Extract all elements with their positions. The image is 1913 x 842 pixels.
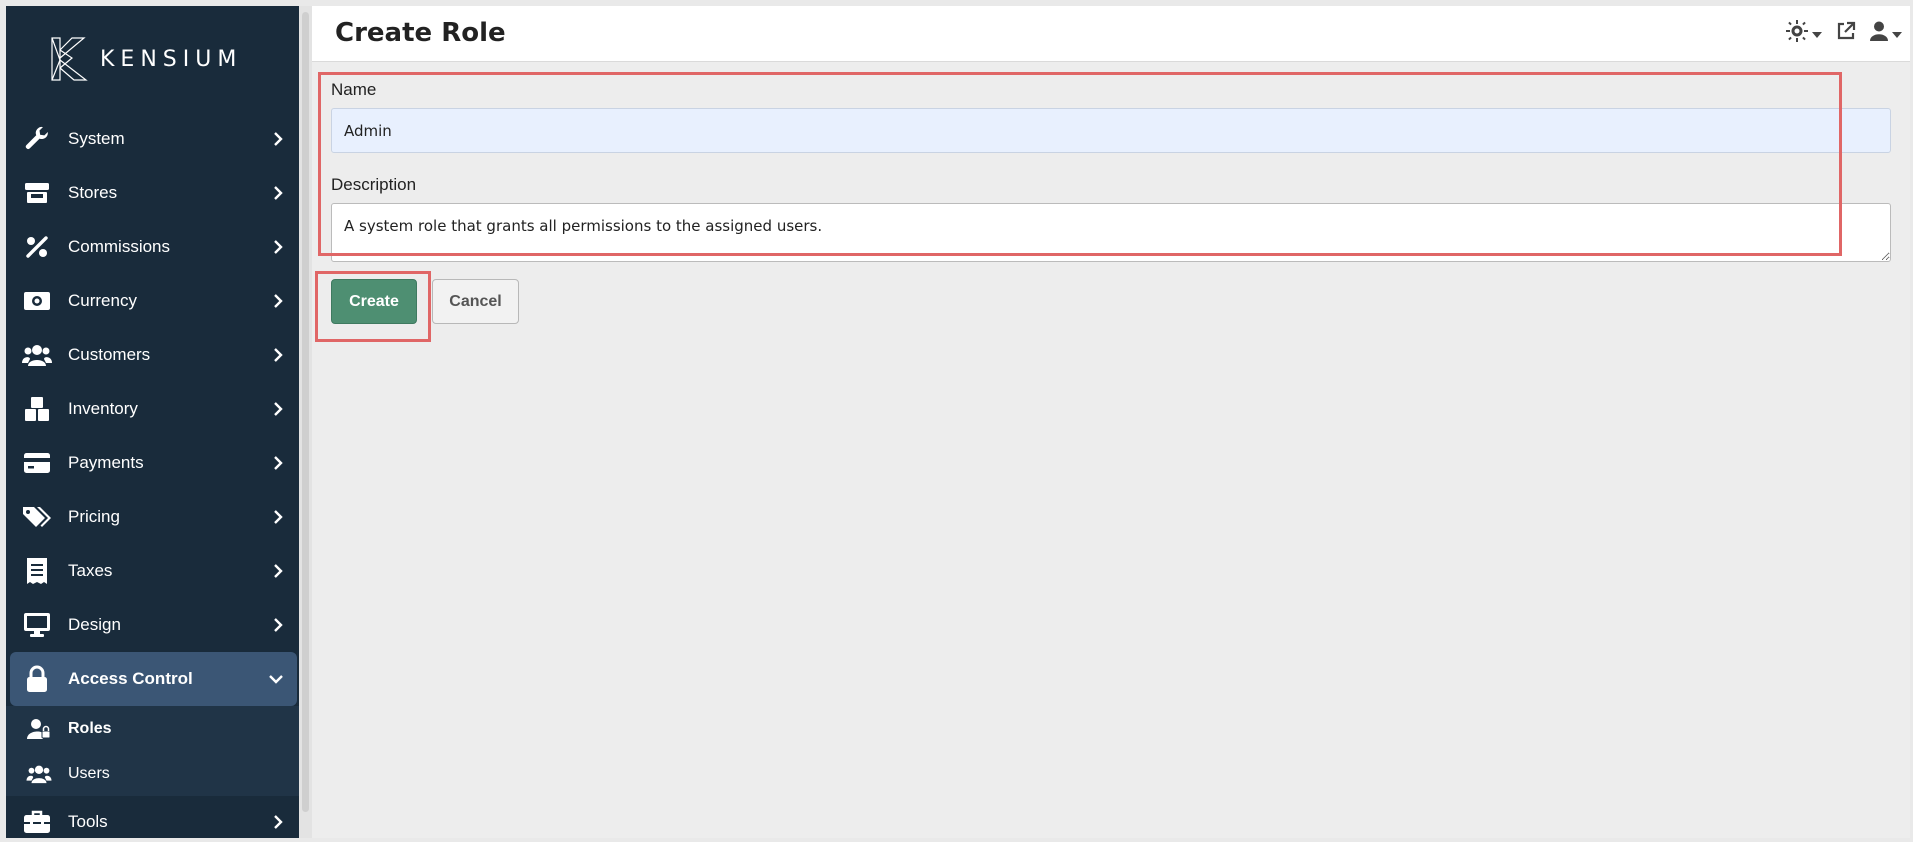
brand-name: KENSIUM bbox=[100, 46, 243, 72]
chevron-right-icon bbox=[263, 131, 293, 147]
sidebar-sub-label: Roles bbox=[68, 719, 112, 737]
sidebar-item-design[interactable]: Design bbox=[6, 598, 299, 652]
sidebar-nav: System Stores Commissions Currency Custo… bbox=[6, 112, 299, 838]
sidebar-item-customers[interactable]: Customers bbox=[6, 328, 299, 382]
sidebar-item-currency[interactable]: Currency bbox=[6, 274, 299, 328]
chevron-down-icon bbox=[261, 673, 291, 685]
users-icon bbox=[26, 761, 52, 787]
external-link-icon bbox=[1836, 21, 1856, 46]
chevron-right-icon bbox=[263, 563, 293, 579]
sidebar-item-label: Design bbox=[68, 615, 121, 634]
sidebar-item-label: Currency bbox=[68, 291, 137, 310]
user-menu-button[interactable] bbox=[1870, 21, 1902, 46]
chevron-right-icon bbox=[263, 185, 293, 201]
user-lock-icon bbox=[26, 716, 52, 742]
sidebar-item-stores[interactable]: Stores bbox=[6, 166, 299, 220]
sidebar-scrollbar-thumb[interactable] bbox=[302, 12, 309, 812]
sidebar-item-system[interactable]: System bbox=[6, 112, 299, 166]
sidebar-item-users[interactable]: Users bbox=[6, 751, 299, 796]
sidebar-item-pricing[interactable]: Pricing bbox=[6, 490, 299, 544]
form-actions: Create Cancel bbox=[331, 279, 1891, 324]
sidebar-item-label: Customers bbox=[68, 345, 151, 364]
wrench-icon bbox=[22, 124, 52, 154]
receipt-icon bbox=[22, 556, 52, 586]
percent-icon bbox=[22, 232, 52, 262]
sidebar-sub-label: Users bbox=[68, 764, 110, 782]
highlight-box-create bbox=[315, 271, 431, 342]
chevron-right-icon bbox=[263, 347, 293, 363]
sidebar-item-label: System bbox=[68, 129, 125, 148]
tags-icon bbox=[22, 502, 52, 532]
sidebar-item-label: Access Control bbox=[68, 669, 193, 688]
store-icon bbox=[22, 178, 52, 208]
sidebar-item-label: Inventory bbox=[68, 399, 138, 418]
boxes-icon bbox=[22, 394, 52, 424]
sidebar-item-label: Stores bbox=[68, 183, 118, 202]
logo: KENSIUM bbox=[50, 34, 242, 84]
open-external-button[interactable] bbox=[1836, 21, 1856, 46]
sidebar-item-taxes[interactable]: Taxes bbox=[6, 544, 299, 598]
user-icon bbox=[1870, 21, 1888, 46]
sidebar-item-commissions[interactable]: Commissions bbox=[6, 220, 299, 274]
credit-card-icon bbox=[22, 448, 52, 478]
caret-down-icon bbox=[1812, 25, 1822, 43]
toolbox-icon bbox=[22, 807, 52, 837]
sidebar-item-tools[interactable]: Tools bbox=[6, 796, 299, 838]
sidebar-item-label: Commissions bbox=[68, 237, 171, 256]
chevron-right-icon bbox=[263, 455, 293, 471]
highlight-box-fields bbox=[318, 72, 1842, 256]
sidebar-item-label: Taxes bbox=[68, 561, 113, 580]
sidebar-item-access-control[interactable]: Access Control bbox=[10, 652, 297, 706]
sidebar-item-inventory[interactable]: Inventory bbox=[6, 382, 299, 436]
access-control-submenu: Roles Users bbox=[6, 706, 299, 796]
chevron-right-icon bbox=[263, 617, 293, 633]
kensium-logo-icon bbox=[51, 37, 88, 81]
lock-icon bbox=[22, 664, 52, 694]
chevron-right-icon bbox=[263, 509, 293, 525]
page-header: Create Role bbox=[312, 6, 1910, 62]
cancel-button[interactable]: Cancel bbox=[432, 279, 519, 324]
money-bill-icon bbox=[22, 286, 52, 316]
header-actions bbox=[1786, 20, 1902, 47]
caret-down-icon bbox=[1892, 25, 1902, 43]
theme-toggle-button[interactable] bbox=[1786, 20, 1822, 47]
chevron-right-icon bbox=[263, 293, 293, 309]
desktop-icon bbox=[22, 610, 52, 640]
sidebar-item-label: Tools bbox=[68, 812, 108, 831]
chevron-right-icon bbox=[263, 814, 293, 830]
page-title: Create Role bbox=[335, 18, 506, 48]
theme-sun-icon bbox=[1786, 20, 1808, 47]
users-icon bbox=[22, 340, 52, 370]
chevron-right-icon bbox=[263, 239, 293, 255]
chevron-right-icon bbox=[263, 401, 293, 417]
sidebar-item-roles[interactable]: Roles bbox=[6, 706, 299, 751]
sidebar: KENSIUM System Stores Commissions Curren… bbox=[6, 6, 299, 838]
sidebar-item-payments[interactable]: Payments bbox=[6, 436, 299, 490]
sidebar-item-label: Payments bbox=[68, 453, 144, 472]
sidebar-item-label: Pricing bbox=[68, 507, 120, 526]
